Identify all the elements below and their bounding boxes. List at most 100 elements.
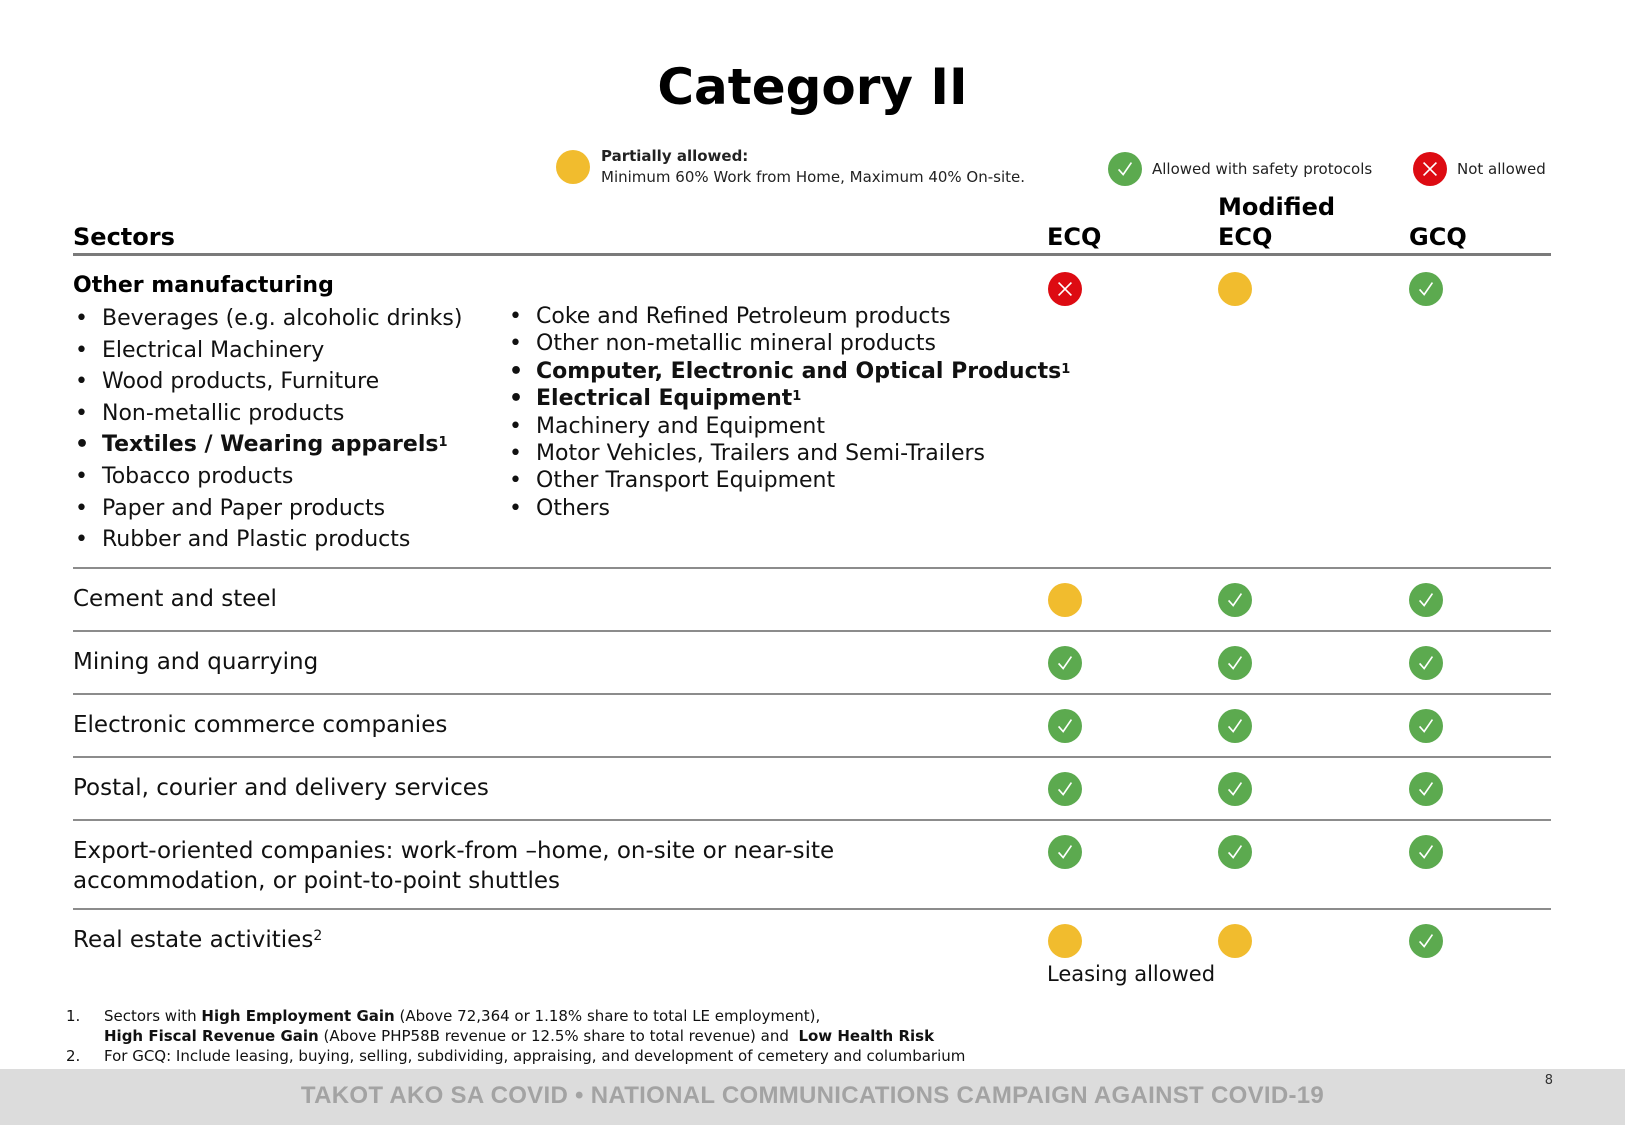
list-item-text: Machinery and Equipment: [536, 413, 825, 439]
column-header-modified-line2: ECQ: [1218, 223, 1273, 251]
check-icon: [1409, 709, 1443, 743]
status-cell-manufacturing-gcq: [1409, 272, 1443, 306]
footnote-bold: High Fiscal Revenue Gain: [104, 1027, 319, 1045]
leasing-allowed-note: Leasing allowed: [1047, 962, 1216, 986]
partial-status-icon: [1218, 272, 1252, 306]
check-icon: [1409, 272, 1443, 306]
list-item: Paper and Paper products: [73, 493, 462, 525]
row-divider: [73, 908, 1551, 910]
footnote-text: (Above PHP58B revenue or 12.5% share to …: [318, 1027, 799, 1045]
footer-bar: TAKOT AKO SA COVID • NATIONAL COMMUNICAT…: [0, 1069, 1625, 1125]
status-cell-mining-mecq: [1218, 646, 1252, 680]
list-item-text: Coke and Refined Petroleum products: [536, 304, 951, 329]
column-header-ecq: ECQ: [1047, 223, 1102, 251]
partial-status-icon: [1048, 924, 1082, 958]
row-label-text: Real estate activities: [73, 927, 314, 953]
row-label-ecommerce: Electronic commerce companies: [73, 710, 447, 740]
list-item-text: Others: [536, 495, 610, 521]
column-header-modified-ecq: Modified ECQ: [1218, 192, 1335, 252]
status-cell-realestate-mecq: [1218, 924, 1252, 962]
page-number: 8: [1544, 1073, 1553, 1088]
legend-not-allowed: Not allowed: [1413, 152, 1546, 186]
page-title: Category II: [657, 58, 968, 116]
row-label-export-oriented: Export-oriented companies: work-from –ho…: [73, 836, 1013, 896]
footnote-ref: 1: [792, 389, 802, 405]
partial-status-icon: [556, 150, 590, 184]
status-cell-cement-gcq: [1409, 583, 1443, 617]
check-icon: [1108, 152, 1142, 186]
check-icon: [1218, 835, 1252, 869]
footnote-1: 1. Sectors with High Employment Gain (Ab…: [66, 1006, 965, 1026]
list-item: Other non-metallic mineral products: [507, 330, 1070, 358]
list-item-text: Computer, Electronic and Optical Product…: [536, 358, 1062, 384]
check-icon: [1218, 772, 1252, 806]
list-item-text: Other Transport Equipment: [536, 468, 836, 494]
list-item: Rubber and Plastic products: [73, 524, 462, 556]
legend-partially-allowed: Partially allowed: Minimum 60% Work from…: [556, 146, 1025, 188]
row-divider: [73, 567, 1551, 569]
check-icon: [1409, 583, 1443, 617]
row-divider: [73, 630, 1551, 632]
list-item-text: Textiles / Wearing apparels: [102, 432, 439, 458]
footnote-1-line1: Sectors with High Employment Gain (Above…: [104, 1006, 820, 1026]
row-label-cement-steel: Cement and steel: [73, 584, 277, 614]
column-header-gcq: GCQ: [1409, 223, 1467, 251]
group-title-other-manufacturing: Other manufacturing: [73, 273, 334, 298]
x-icon: [1048, 272, 1082, 306]
check-icon: [1409, 924, 1443, 958]
status-cell-export-gcq: [1409, 835, 1443, 869]
status-cell-manufacturing-mecq: [1218, 272, 1252, 310]
partial-status-icon: [1218, 924, 1252, 958]
x-icon: [1413, 152, 1447, 186]
status-cell-ecommerce-mecq: [1218, 709, 1252, 743]
list-item: Motor Vehicles, Trailers and Semi-Traile…: [507, 440, 1070, 468]
status-cell-realestate-ecq: [1048, 924, 1082, 962]
footnote-number: 2.: [66, 1047, 81, 1065]
status-cell-ecommerce-ecq: [1048, 709, 1082, 743]
row-divider: [73, 756, 1551, 758]
check-icon: [1218, 646, 1252, 680]
list-item: Non-metallic products: [73, 398, 462, 430]
check-icon: [1048, 709, 1082, 743]
list-item: Others: [507, 495, 1070, 523]
status-cell-mining-gcq: [1409, 646, 1443, 680]
list-item: Machinery and Equipment: [507, 413, 1070, 441]
list-item-text: Tobacco products: [102, 463, 294, 489]
list-item-text: Wood products, Furniture: [102, 369, 380, 395]
footnotes: 1. Sectors with High Employment Gain (Ab…: [66, 1006, 965, 1066]
list-item-text: Other non-metallic mineral products: [536, 331, 936, 357]
status-cell-realestate-gcq: [1409, 924, 1443, 958]
list-item-text: Rubber and Plastic products: [102, 527, 411, 553]
list-item: Wood products, Furniture: [73, 366, 462, 398]
list-item-text: Beverages (e.g. alcoholic drinks): [102, 306, 463, 331]
status-cell-ecommerce-gcq: [1409, 709, 1443, 743]
campaign-banner: TAKOT AKO SA COVID • NATIONAL COMMUNICAT…: [300, 1082, 1325, 1109]
manufacturing-list-col1: Beverages (e.g. alcoholic drinks) Electri…: [73, 303, 462, 556]
check-icon: [1218, 709, 1252, 743]
footnote-2: 2. For GCQ: Include leasing, buying, sel…: [66, 1046, 965, 1066]
footnote-ref: 1: [1061, 361, 1071, 377]
check-icon: [1048, 772, 1082, 806]
column-header-sectors: Sectors: [73, 223, 175, 251]
list-item: Textiles / Wearing apparels1: [73, 429, 462, 461]
footnote-1-line2: High Fiscal Revenue Gain (Above PHP58B r…: [66, 1026, 965, 1046]
status-cell-export-ecq: [1048, 835, 1082, 869]
check-icon: [1409, 646, 1443, 680]
row-divider: [73, 819, 1551, 821]
footnote-number: 1.: [66, 1007, 81, 1025]
header-divider: [73, 253, 1551, 256]
row-label-text: Postal, courier and delivery services: [73, 775, 489, 801]
list-item: Electrical Equipment1: [507, 385, 1070, 413]
footnote-bold: High Employment Gain: [201, 1007, 395, 1025]
status-cell-cement-mecq: [1218, 583, 1252, 617]
legend-partial-description: Minimum 60% Work from Home, Maximum 40% …: [601, 168, 1026, 186]
status-cell-postal-mecq: [1218, 772, 1252, 806]
footnote-text: (Above 72,364 or 1.18% share to total LE…: [394, 1007, 821, 1025]
list-item: Tobacco products: [73, 461, 462, 493]
status-cell-postal-ecq: [1048, 772, 1082, 806]
row-label-text: Cement and steel: [73, 586, 277, 612]
manufacturing-list-col2: Coke and Refined Petroleum productsOther…: [507, 303, 1071, 523]
status-cell-mining-ecq: [1048, 646, 1082, 680]
row-label-real-estate: Real estate activities2: [73, 925, 322, 955]
list-item: Beverages (e.g. alcoholic drinks): [73, 303, 462, 335]
